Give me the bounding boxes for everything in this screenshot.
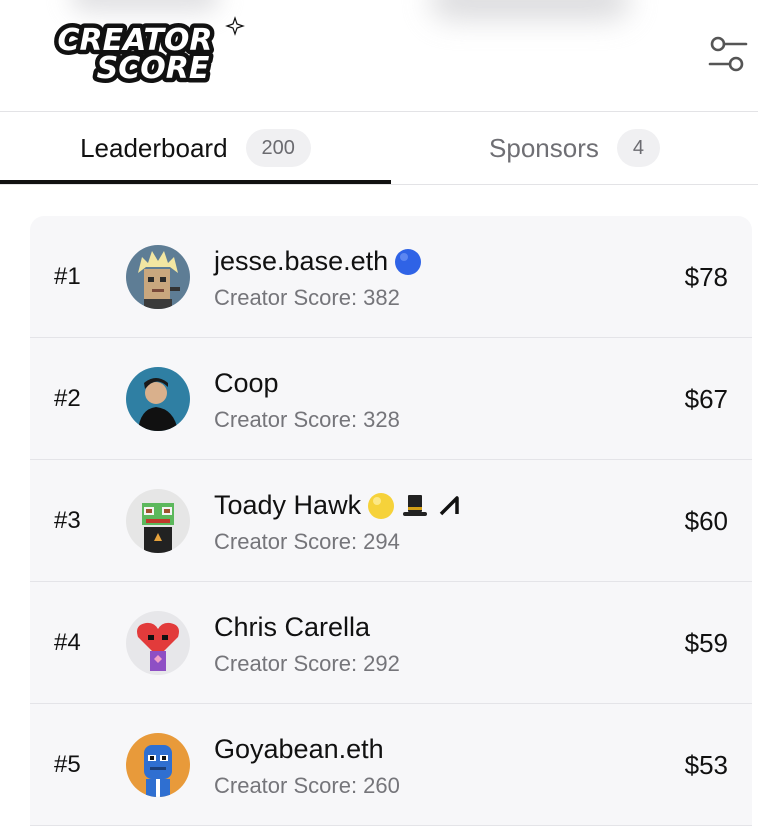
- rank-label: #2: [54, 385, 81, 412]
- leaderboard-row[interactable]: #4 Chris Carella Creator Score: 292 $59: [30, 582, 752, 704]
- rank-label: #1: [54, 263, 81, 290]
- creator-name-line: Chris Carella: [214, 612, 370, 643]
- tab-leaderboard[interactable]: Leaderboard 200: [0, 112, 391, 184]
- avatar[interactable]: [126, 245, 190, 309]
- filter-settings-button[interactable]: [704, 34, 750, 74]
- creator-name: Coop: [214, 368, 279, 398]
- sliders-icon: [708, 36, 748, 72]
- earnings-amount: $53: [684, 750, 728, 780]
- leaderboard-row[interactable]: #3 Toady Hawk Creator Score: 294 $60: [30, 460, 752, 582]
- avatar[interactable]: [126, 489, 190, 553]
- creator-name: Goyabean.eth: [214, 734, 384, 764]
- creator-score-text: Creator Score: 382: [214, 285, 400, 310]
- active-tab-indicator: [0, 180, 391, 184]
- logo-word-score: SCORE: [97, 51, 210, 86]
- sparkle-icon: [225, 16, 245, 36]
- creator-score-text: Creator Score: 328: [214, 407, 400, 432]
- rank-label: #3: [54, 507, 81, 534]
- tab-bar: Leaderboard 200 Sponsors 4: [0, 112, 758, 185]
- blurred-background-shape: [70, 0, 220, 12]
- rank-label: #5: [54, 751, 81, 778]
- blue-circle-icon: [395, 248, 422, 275]
- creator-score-text: Creator Score: 294: [214, 529, 400, 554]
- leaderboard-row[interactable]: #5 Goyabean.eth Creator Score: 260 $53: [30, 704, 752, 826]
- earnings-amount: $60: [684, 506, 728, 536]
- creator-name: Toady Hawk: [214, 490, 362, 520]
- yellow-circle-icon: [368, 492, 395, 519]
- tab-label: Sponsors: [489, 132, 599, 163]
- creator-score-text: Creator Score: 260: [214, 773, 400, 798]
- earnings-amount: $67: [684, 384, 728, 414]
- tab-count-badge: 200: [245, 129, 311, 167]
- tab-sponsors[interactable]: Sponsors 4: [391, 112, 758, 184]
- avatar[interactable]: [126, 733, 190, 797]
- top-hat-icon: [403, 494, 428, 516]
- creator-score-logo[interactable]: CREATOR CREATOR SCORE SCORE: [36, 16, 246, 88]
- rank-label: #4: [54, 629, 81, 656]
- creator-name-line: Toady Hawk: [214, 490, 463, 521]
- tab-count-badge: 4: [616, 129, 660, 167]
- creator-name: jesse.base.eth: [214, 246, 389, 276]
- creator-name: Chris Carella: [214, 612, 371, 642]
- creator-score-text: Creator Score: 292: [214, 651, 400, 676]
- creator-name-line: Goyabean.eth: [214, 734, 384, 765]
- avatar[interactable]: [126, 367, 190, 431]
- creator-name-line: Coop: [214, 368, 279, 399]
- earnings-amount: $78: [684, 262, 728, 292]
- leaderboard-row[interactable]: #1 jesse.base.eth Creator Score: 382 $78: [30, 216, 752, 338]
- arrow-mark-icon: [439, 495, 459, 515]
- creator-name-line: jesse.base.eth: [214, 246, 422, 277]
- blurred-background-shape: [430, 0, 630, 20]
- earnings-amount: $59: [684, 628, 728, 658]
- leaderboard-list: #1 jesse.base.eth Creator Score: 382 $78: [30, 216, 752, 826]
- top-bar: CREATOR CREATOR SCORE SCORE: [0, 0, 758, 112]
- avatar[interactable]: [126, 611, 190, 675]
- tab-label: Leaderboard: [80, 132, 228, 163]
- leaderboard-row[interactable]: #2 Coop Creator Score: 328 $67: [30, 338, 752, 460]
